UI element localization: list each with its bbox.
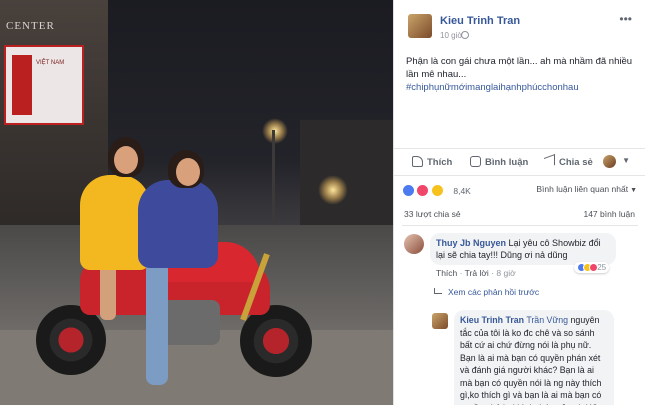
caret-down-icon: ▼ [630,187,637,194]
page-avatar[interactable] [603,155,616,168]
person-left-face [114,146,138,174]
comment-reactions[interactable]: 25 [574,262,610,274]
commenter-avatar[interactable] [404,234,424,254]
reply-arrow-icon [434,288,442,294]
comment-reply-link[interactable]: Trả lời [465,268,489,278]
comment-button[interactable]: Bình luận [470,156,528,168]
comment-like-link[interactable]: Thích [436,268,457,278]
globe-icon [461,31,469,39]
author-avatar[interactable] [408,14,432,38]
person-left-legs [100,265,116,320]
street-light [262,118,288,144]
share-button[interactable]: Chia sẻ [544,153,593,170]
comment-label: Bình luận [485,157,529,168]
love-reaction-icon [416,184,430,198]
building-right [300,120,393,230]
post-text: Phận là con gái chưa một lần... ah mà nh… [406,55,638,94]
like-reaction-icon [402,184,415,198]
rear-wheel [36,305,106,375]
chevron-down-icon[interactable]: ▼ [622,156,630,165]
mention-link[interactable]: Trần Vững [526,315,568,325]
comment-count[interactable]: 147 bình luận [583,209,635,219]
commenter-name[interactable]: Thuy Jb Nguyen [436,238,506,248]
action-bar: Thích Bình luận Chia sẻ ▼ [394,148,645,176]
share-icon [544,153,555,170]
haha-reaction-icon [430,184,444,198]
view-previous-replies-label: Xem các phản hồi trước [448,287,540,297]
front-wheel [240,305,312,377]
post-header: Kieu Trinh Tran 10 giờ ••• [394,0,645,46]
share-label: Chia sẻ [559,157,593,168]
more-options-icon[interactable]: ••• [619,12,632,26]
billboard: VIỆT NAM [4,45,84,125]
post-photo[interactable]: CENTER VIỆT NAM [0,0,393,405]
billboard-text: VIỆT NAM [36,60,65,66]
share-count[interactable]: 33 lượt chia sẻ [404,209,461,219]
post-body: Phận là con gái chưa một lần... ah mà nh… [406,56,633,80]
reaction-summary[interactable]: 8,4K [402,182,471,198]
comment-icon [470,156,481,167]
comment-reaction-count: 25 [597,263,607,272]
person-right-sweater [138,180,218,268]
building-sign-text: CENTER [6,20,55,32]
person-right-face [176,158,200,186]
hashtag-link[interactable]: #chiphụnữmớimanglaihạnhphúcchonhau [406,81,638,94]
like-button[interactable]: Thích [412,156,452,168]
post-time[interactable]: 10 giờ [440,31,463,40]
like-label: Thích [427,157,453,168]
thumbs-up-icon [412,156,423,167]
post-panel: Kieu Trinh Tran 10 giờ ••• Phận là con g… [393,0,645,405]
reply-text: nguyên tắc của tôi là ko đc chê và so sá… [460,315,602,405]
replier-name[interactable]: Kieu Trinh Tran [460,315,524,325]
comment-time[interactable]: 8 giờ [496,268,515,278]
reaction-count: 8,4K [453,185,471,196]
street-light [318,175,348,205]
comment-filter-dropdown[interactable]: Bình luận liên quan nhất ▼ [536,184,637,194]
light-pole [272,130,275,230]
comment-filter-label: Bình luận liên quan nhất [536,184,629,194]
comment-bubble: Thuy Jb Nguyen Lại yêu cô Showbiz đổi lạ… [430,233,616,265]
divider [402,225,638,226]
comment-meta: Thích · Trả lời · 8 giờ [436,268,516,278]
replier-avatar[interactable] [432,313,448,329]
author-name[interactable]: Kieu Trinh Tran [440,15,520,27]
reply-bubble: Kieu Trinh Tran Trần Vững nguyên tắc của… [454,310,614,405]
person-right-jeans [146,255,168,385]
view-previous-replies[interactable]: Xem các phản hồi trước [434,287,539,297]
